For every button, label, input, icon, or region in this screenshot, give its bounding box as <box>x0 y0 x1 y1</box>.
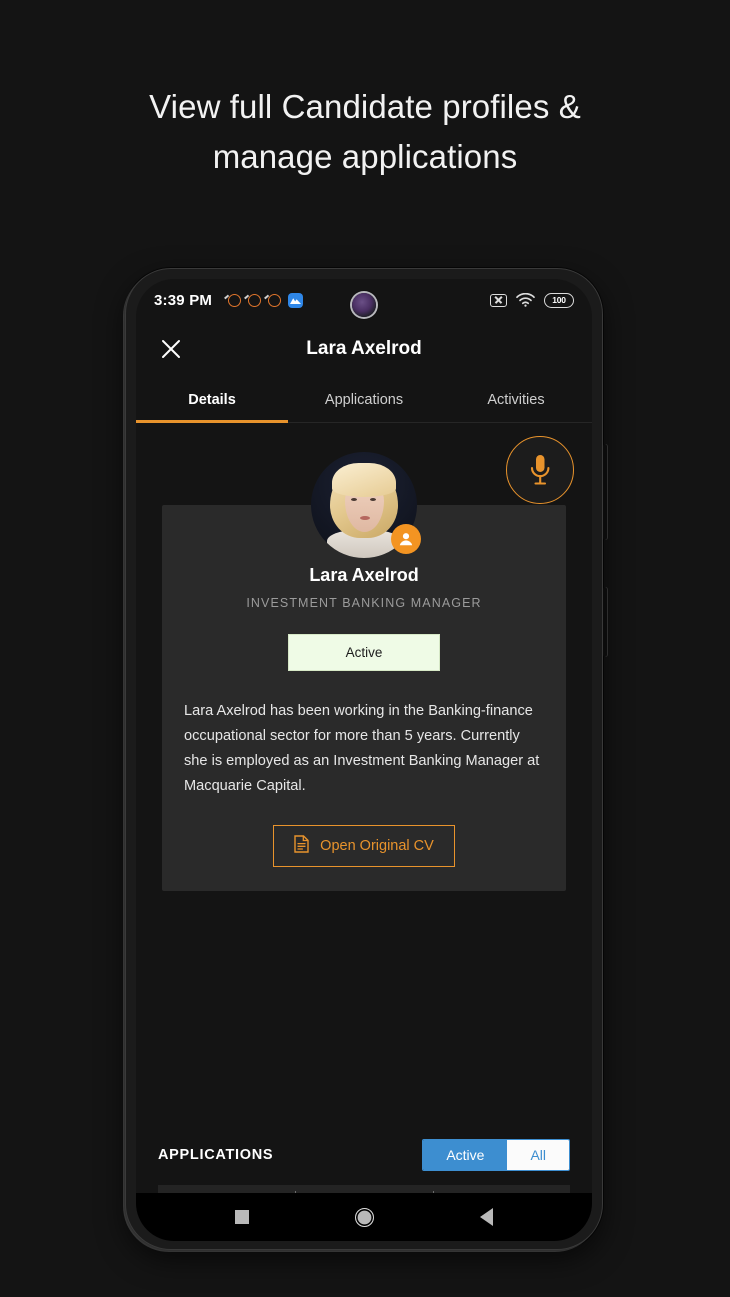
open-original-cv-label: Open Original CV <box>320 838 434 854</box>
avatar <box>311 452 421 558</box>
square-recents-icon[interactable] <box>235 1210 249 1224</box>
microphone-icon[interactable] <box>506 436 574 504</box>
front-camera-icon <box>352 293 376 317</box>
status-time: 3:39 PM <box>154 291 213 309</box>
person-badge-icon <box>391 524 421 554</box>
blue-app-icon <box>288 292 304 308</box>
open-original-cv-button[interactable]: Open Original CV <box>273 825 455 867</box>
phone-screen: 3:39 PM 100 Lara Axelrod Details Applica… <box>136 279 592 1241</box>
filter-active[interactable]: Active <box>423 1140 508 1170</box>
headline-line-2: manage applications <box>212 138 518 175</box>
promo-screenshot: View full Candidate profiles & manage ap… <box>0 0 730 1297</box>
tab-details[interactable]: Details <box>136 377 288 423</box>
tab-applications[interactable]: Applications <box>288 377 440 422</box>
profile-card: Lara Axelrod INVESTMENT BANKING MANAGER … <box>162 452 566 891</box>
status-notification-icons <box>228 292 304 308</box>
headline-line-1: View full Candidate profiles & <box>149 88 581 125</box>
applications-title: APPLICATIONS <box>158 1147 274 1163</box>
close-icon[interactable] <box>148 326 194 372</box>
document-icon <box>294 835 309 857</box>
status-badge: Active <box>288 634 440 671</box>
power-button[interactable] <box>603 587 608 657</box>
page-title: View full Candidate profiles & manage ap… <box>0 82 730 182</box>
profile-name: Lara Axelrod <box>309 565 419 585</box>
applications-header: APPLICATIONS Active All <box>158 1135 570 1175</box>
profile-role: INVESTMENT BANKING MANAGER <box>246 596 482 610</box>
details-content: Lara Axelrod INVESTMENT BANKING MANAGER … <box>136 423 592 1193</box>
volume-button[interactable] <box>603 444 608 540</box>
triangle-back-icon[interactable] <box>480 1208 493 1226</box>
applications-filter-toggle: Active All <box>422 1139 570 1171</box>
tab-bar: Details Applications Activities <box>136 377 592 423</box>
android-nav-bar <box>136 1193 592 1241</box>
profile-bio: Lara Axelrod has been working in the Ban… <box>184 703 540 794</box>
status-bar-left: 3:39 PM <box>154 291 304 309</box>
applications-stats: 5 Shortlisted 2 Interviews 0 Placed <box>158 1185 570 1193</box>
status-bar-right: 100 <box>490 292 574 308</box>
notification-circle-icon <box>248 293 262 307</box>
mute-icon <box>490 293 507 307</box>
tab-activities[interactable]: Activities <box>440 377 592 422</box>
circle-home-icon[interactable] <box>355 1207 374 1227</box>
app-bar: Lara Axelrod <box>136 321 592 377</box>
phone-mockup: 3:39 PM 100 Lara Axelrod Details Applica… <box>125 268 608 1250</box>
battery-level: 100 <box>552 295 566 305</box>
filter-all[interactable]: All <box>507 1140 569 1170</box>
battery-icon: 100 <box>544 292 574 308</box>
app-bar-title: Lara Axelrod <box>306 338 422 359</box>
notification-circle-icon <box>268 293 282 307</box>
notification-circle-icon <box>228 293 242 307</box>
wifi-icon <box>516 292 535 307</box>
